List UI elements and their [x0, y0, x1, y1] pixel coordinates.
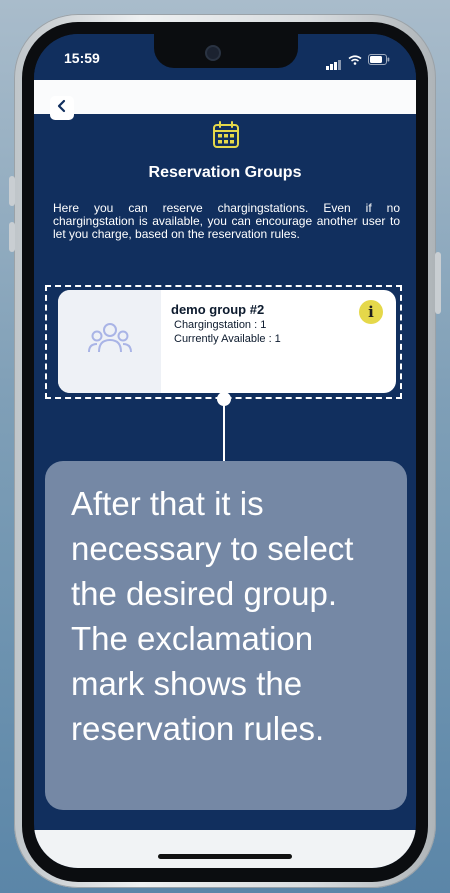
signal-icon [326, 60, 342, 70]
group-card[interactable]: demo group #2 Chargingstation : 1 Curren… [58, 290, 396, 393]
tutorial-callout: After that it is necessary to select the… [45, 461, 407, 810]
intro-text: Here you can reserve chargingstations. E… [53, 201, 400, 241]
home-indicator[interactable] [158, 854, 292, 859]
volume-up-button [9, 176, 15, 206]
back-button[interactable] [50, 96, 74, 120]
intro-description: Here you can reserve chargingstations. E… [53, 202, 400, 241]
chargingstation-count: Chargingstation : 1 [174, 319, 267, 331]
callout-text: After that it is necessary to select the… [71, 485, 354, 747]
currently-available-count: Currently Available : 1 [174, 333, 281, 345]
notch [154, 34, 298, 68]
calendar-icon [211, 120, 241, 155]
phone-screen: 15:59 Reservation Groups Here you can re… [34, 34, 416, 868]
group-name: demo group #2 [171, 302, 265, 317]
volume-down-button [9, 222, 15, 252]
status-icons [326, 52, 390, 70]
page-title: Reservation Groups [148, 164, 302, 181]
info-icon: i [368, 303, 374, 321]
group-card-image [58, 290, 161, 393]
callout-connector-line [223, 404, 225, 462]
status-time: 15:59 [64, 50, 100, 66]
bottom-strip [34, 830, 416, 868]
power-button [435, 252, 441, 314]
battery-icon [368, 52, 390, 70]
front-camera [205, 45, 221, 61]
app-header-strip [34, 80, 416, 114]
info-button[interactable]: i [359, 300, 383, 324]
users-group-icon [86, 319, 134, 364]
wifi-icon [348, 52, 362, 70]
chevron-left-icon [56, 99, 68, 118]
